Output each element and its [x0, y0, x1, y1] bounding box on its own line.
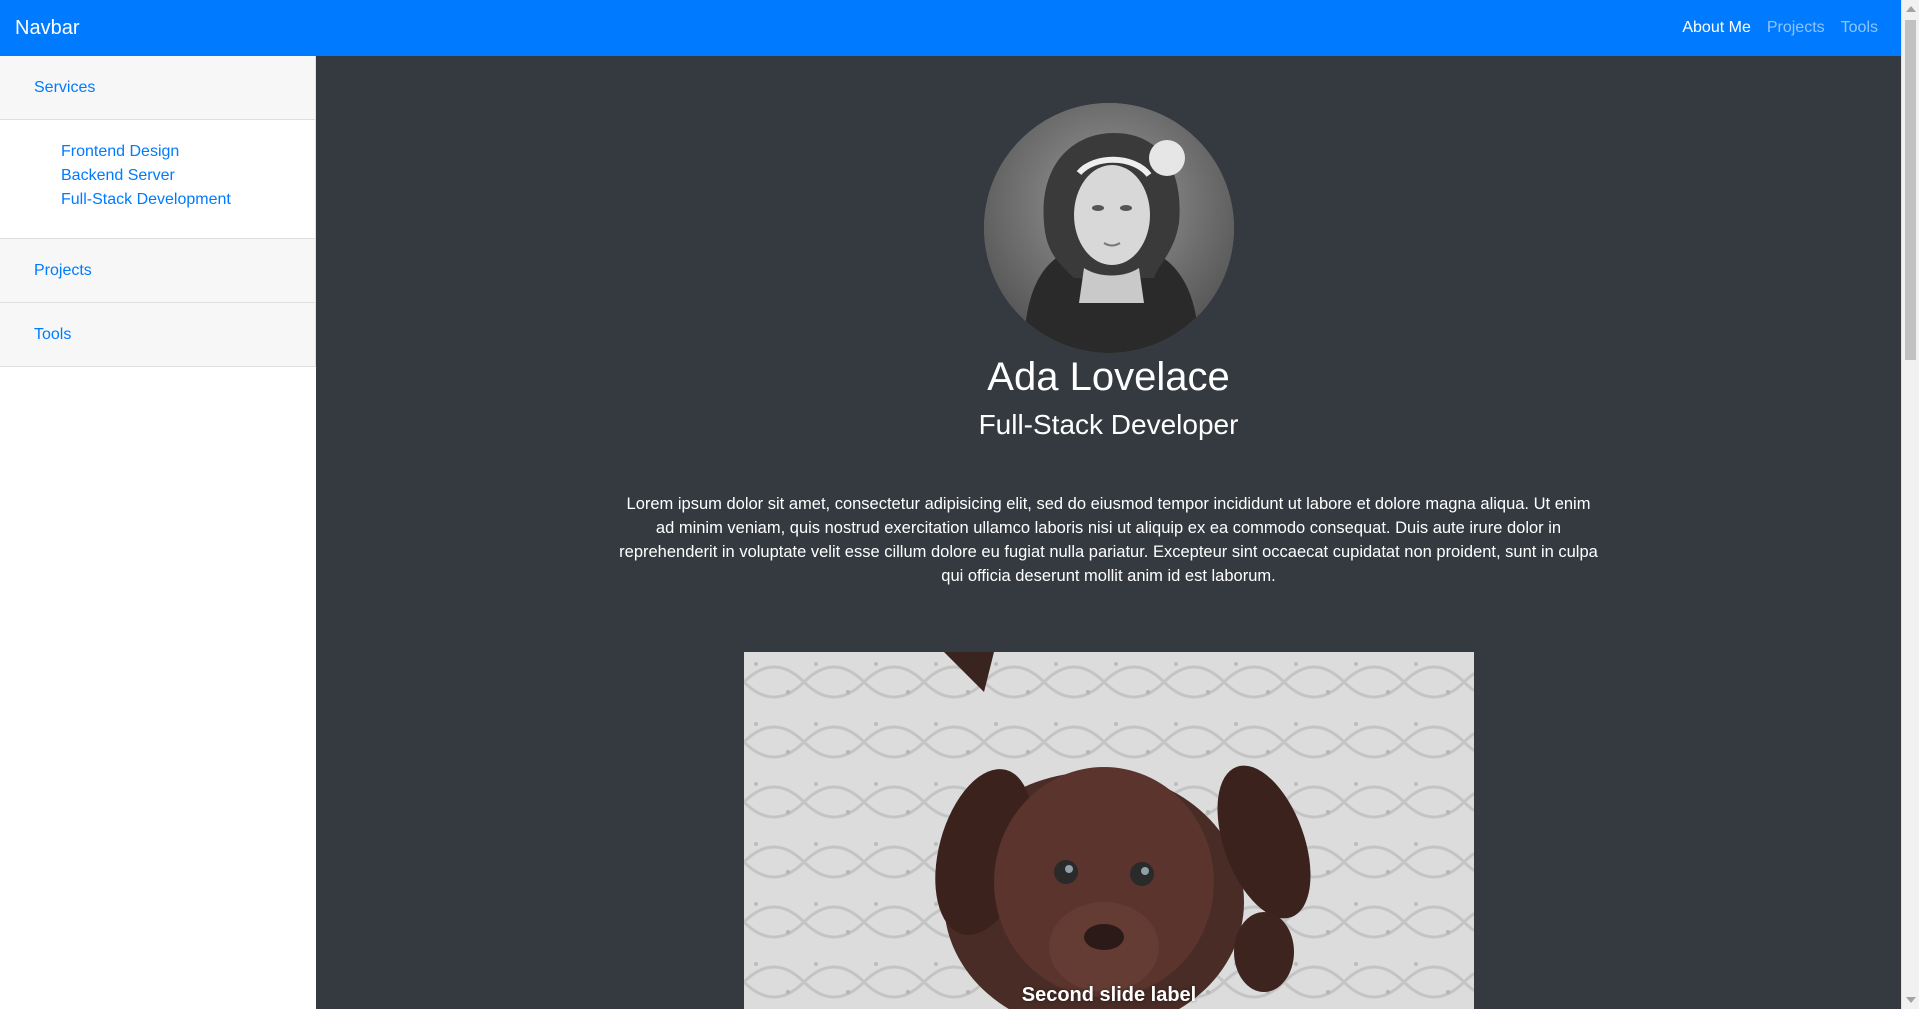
- accordion-item-tools: Tools: [0, 303, 316, 367]
- carousel-caption: Second slide label: [1021, 984, 1197, 1006]
- accordion-header-services[interactable]: Services: [0, 56, 315, 119]
- accordion-header-projects[interactable]: Projects: [0, 239, 315, 302]
- accordion-body-services: Frontend Design Backend Server Full-Stac…: [0, 119, 315, 238]
- scroll-down-arrow-icon[interactable]: [1906, 997, 1916, 1003]
- sidebar-accordion: Services Frontend Design Backend Server …: [0, 56, 317, 1009]
- navbar-brand[interactable]: Navbar: [15, 17, 79, 40]
- profile-name: Ada Lovelace: [987, 355, 1230, 399]
- sidebar-item-full-stack-development[interactable]: Full-Stack Development: [61, 188, 315, 212]
- profile-avatar: [984, 103, 1234, 353]
- page-scrollbar[interactable]: [1901, 0, 1919, 1009]
- portrait-image: [984, 103, 1234, 353]
- profile-role: Full-Stack Developer: [978, 409, 1239, 440]
- accordion-header-tools[interactable]: Tools: [0, 303, 315, 366]
- sidebar-item-frontend-design[interactable]: Frontend Design: [61, 140, 315, 164]
- puppy-image: [744, 652, 1474, 1009]
- scroll-thumb[interactable]: [1905, 20, 1916, 360]
- nav-link-tools[interactable]: Tools: [1841, 19, 1878, 37]
- accordion-item-projects: Projects: [0, 239, 316, 303]
- nav-link-projects[interactable]: Projects: [1767, 19, 1825, 37]
- main-content: Ada Lovelace Full-Stack Developer Lorem …: [316, 56, 1901, 1009]
- image-carousel[interactable]: Second slide label: [744, 652, 1474, 1009]
- navbar-links: About Me Projects Tools: [1682, 19, 1878, 37]
- accordion-item-services: Services Frontend Design Backend Server …: [0, 56, 316, 239]
- nav-link-about-me[interactable]: About Me: [1682, 19, 1750, 37]
- top-navbar: Navbar About Me Projects Tools: [0, 0, 1901, 56]
- sidebar-item-backend-server[interactable]: Backend Server: [61, 164, 315, 188]
- scroll-up-arrow-icon[interactable]: [1906, 6, 1916, 12]
- profile-bio: Lorem ipsum dolor sit amet, consectetur …: [619, 495, 1598, 585]
